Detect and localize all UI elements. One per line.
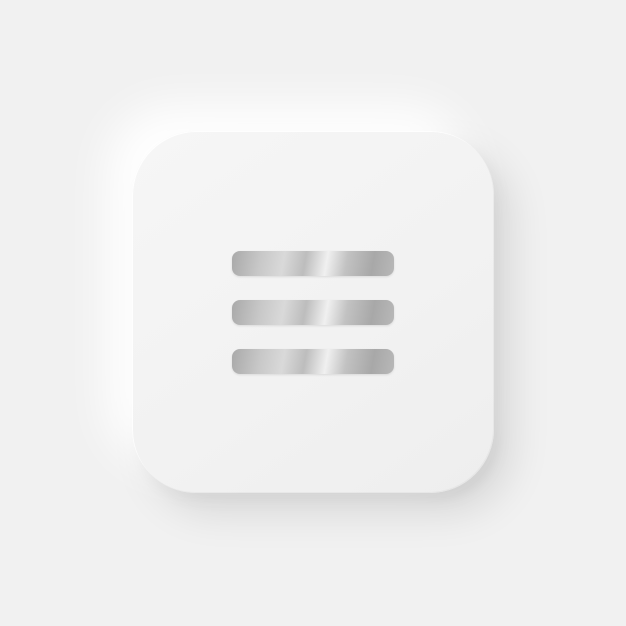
hamburger-bar-middle: [232, 300, 394, 325]
hamburger-bar-bottom: [232, 349, 394, 374]
canvas: [0, 0, 626, 626]
menu-button[interactable]: [132, 131, 494, 493]
hamburger-bar-top: [232, 251, 394, 276]
hamburger-menu-icon: [232, 251, 394, 375]
